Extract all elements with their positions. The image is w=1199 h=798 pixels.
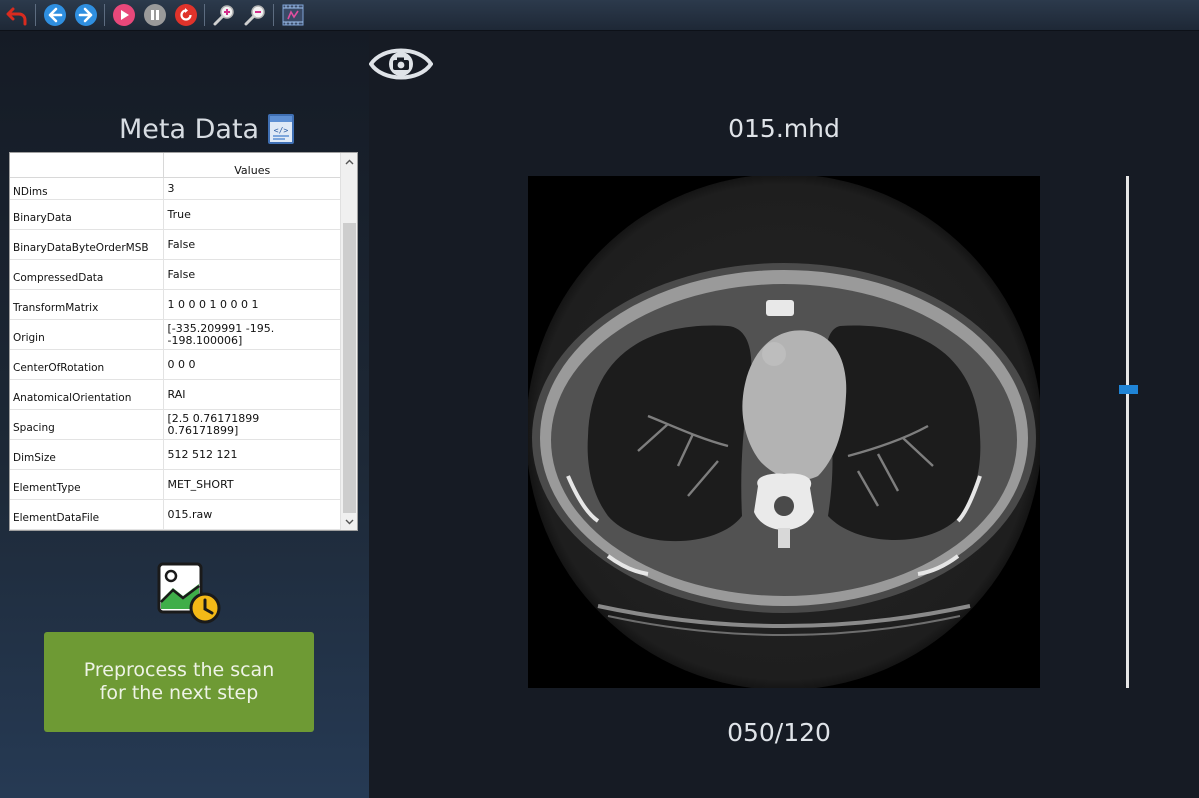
toolbar-separator (35, 4, 36, 26)
key-column-header (10, 153, 164, 178)
meta-row[interactable]: CenterOfRotation 0 0 0 (10, 349, 341, 380)
viewer-icon[interactable] (279, 2, 306, 29)
scroll-thumb[interactable] (343, 223, 356, 513)
meta-key: CompressedData (10, 259, 164, 290)
file-name: 015.mhd (728, 114, 840, 143)
left-panel: Meta Data </> Values NDims 3 BinaryData Tru… (0, 32, 369, 798)
viewer-panel: 015.mhd 050/120 (368, 32, 1199, 798)
meta-value[interactable]: MET_SHORT (163, 469, 341, 500)
meta-row[interactable]: DimSize 512 512 121 (10, 439, 341, 470)
slice-slider-track[interactable] (1126, 176, 1129, 688)
meta-key: NDims (10, 177, 164, 200)
undo-icon[interactable] (3, 2, 30, 29)
meta-value[interactable]: 512 512 121 (163, 439, 341, 470)
values-column-header[interactable]: Values (163, 153, 341, 178)
ct-scan-view[interactable] (528, 176, 1040, 688)
reset-icon[interactable] (172, 2, 199, 29)
toolbar-separator (104, 4, 105, 26)
meta-key: DimSize (10, 439, 164, 470)
meta-row[interactable]: Origin [-335.209991 -195. -198.100006] (10, 319, 341, 350)
toolbar (0, 0, 1199, 31)
meta-value[interactable]: 0 0 0 (163, 349, 341, 380)
meta-key: Origin (10, 319, 164, 350)
meta-data-title-text: Meta Data (119, 113, 260, 145)
forward-icon[interactable] (72, 2, 99, 29)
meta-value[interactable]: 3 (163, 177, 341, 200)
preprocess-button[interactable]: Preprocess the scan for the next step (44, 632, 314, 732)
meta-row[interactable]: ElementDataFile 015.raw (10, 499, 341, 530)
meta-key: AnatomicalOrientation (10, 379, 164, 410)
meta-row[interactable]: Spacing [2.5 0.76171899 0.76171899] (10, 409, 341, 440)
meta-key: Spacing (10, 409, 164, 440)
meta-key: BinaryData (10, 199, 164, 230)
code-file-icon: </> (267, 113, 295, 145)
meta-row[interactable]: TransformMatrix 1 0 0 0 1 0 0 0 1 (10, 289, 341, 320)
zoom-out-icon[interactable] (241, 2, 268, 29)
meta-value[interactable]: RAI (163, 379, 341, 410)
back-icon[interactable] (41, 2, 68, 29)
meta-key: TransformMatrix (10, 289, 164, 320)
meta-value[interactable]: 1 0 0 0 1 0 0 0 1 (163, 289, 341, 320)
meta-row[interactable]: NDims 3 (10, 177, 341, 200)
zoom-in-icon[interactable] (210, 2, 237, 29)
meta-row[interactable]: AnatomicalOrientation RAI (10, 379, 341, 410)
image-clock-icon (157, 562, 223, 630)
pause-icon[interactable] (141, 2, 168, 29)
meta-row[interactable]: BinaryData True (10, 199, 341, 230)
meta-value[interactable]: True (163, 199, 341, 230)
meta-key: ElementType (10, 469, 164, 500)
meta-value[interactable]: [-335.209991 -195. -198.100006] (163, 319, 341, 350)
meta-row[interactable]: BinaryDataByteOrderMSB False (10, 229, 341, 260)
toolbar-separator (273, 4, 274, 26)
meta-table-scrollbar[interactable] (340, 153, 357, 530)
meta-key: CenterOfRotation (10, 349, 164, 380)
meta-data-title: Meta Data </> (119, 112, 295, 146)
meta-value[interactable]: 015.raw (163, 499, 341, 530)
slice-counter: 050/120 (727, 718, 831, 747)
meta-key: ElementDataFile (10, 499, 164, 530)
svg-text:</>: </> (274, 126, 289, 135)
play-icon[interactable] (110, 2, 137, 29)
toolbar-separator (204, 4, 205, 26)
slice-slider-handle[interactable] (1119, 385, 1138, 394)
meta-data-table[interactable]: Values NDims 3 BinaryData True BinaryDataByt… (9, 152, 358, 531)
meta-data-grid: Values NDims 3 BinaryData True BinaryDataByt… (10, 153, 341, 530)
scroll-up-icon[interactable] (341, 153, 357, 170)
meta-value[interactable]: [2.5 0.76171899 0.76171899] (163, 409, 341, 440)
meta-value[interactable]: False (163, 259, 341, 290)
scroll-down-icon[interactable] (341, 513, 357, 530)
meta-key: BinaryDataByteOrderMSB (10, 229, 164, 260)
meta-row[interactable]: ElementType MET_SHORT (10, 469, 341, 500)
eye-icon[interactable] (368, 41, 434, 91)
meta-value[interactable]: False (163, 229, 341, 260)
meta-row[interactable]: CompressedData False (10, 259, 341, 290)
